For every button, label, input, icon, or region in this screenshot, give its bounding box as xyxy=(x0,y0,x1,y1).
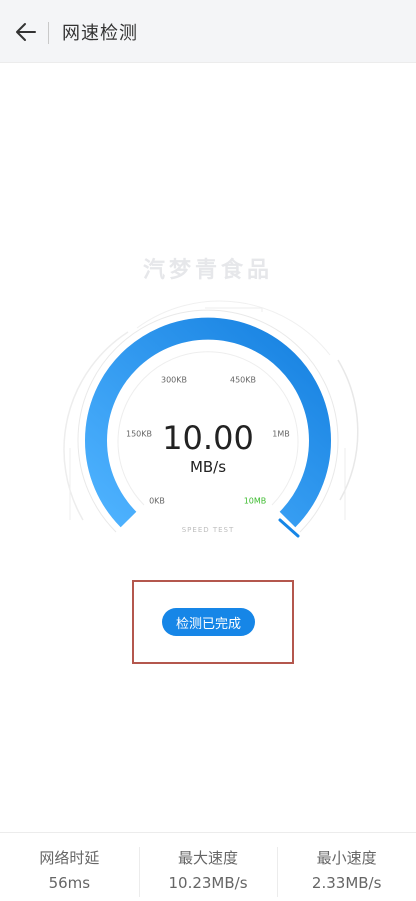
stat-max-speed: 最大速度 10.23MB/s xyxy=(138,833,278,901)
stat-value: 56ms xyxy=(48,874,91,892)
stat-value: 10.23MB/s xyxy=(168,874,248,892)
speed-value: 10.00 xyxy=(162,419,254,457)
tick-label: 0KB xyxy=(149,496,165,506)
tick-label: 450KB xyxy=(229,375,257,385)
speed-unit: MB/s xyxy=(189,458,227,476)
tick-label: 1MB xyxy=(272,429,290,439)
stat-label: 网络时延 xyxy=(39,849,100,867)
outer-arc-right xyxy=(337,359,359,501)
speed-test-caption: SPEED TEST xyxy=(181,526,235,534)
stat-min-speed: 最小速度 2.33MB/s xyxy=(277,833,416,901)
tick-label: 150KB xyxy=(125,429,153,439)
stat-value: 2.33MB/s xyxy=(311,874,382,892)
tick-label: 300KB xyxy=(160,375,188,385)
test-complete-button[interactable]: 检测已完成 xyxy=(162,608,255,636)
stats-bar: 网络时延 56ms 最大速度 10.23MB/s 最小速度 2.33MB/s xyxy=(0,832,416,901)
stat-label: 最大速度 xyxy=(178,849,239,867)
stat-latency: 网络时延 56ms xyxy=(0,833,139,901)
stat-label: 最小速度 xyxy=(316,849,377,867)
tick-label-active: 10MB xyxy=(243,496,267,506)
speed-gauge: 0KB 150KB 300KB 450KB 1MB 10MB 10.00 MB/… xyxy=(0,0,416,900)
